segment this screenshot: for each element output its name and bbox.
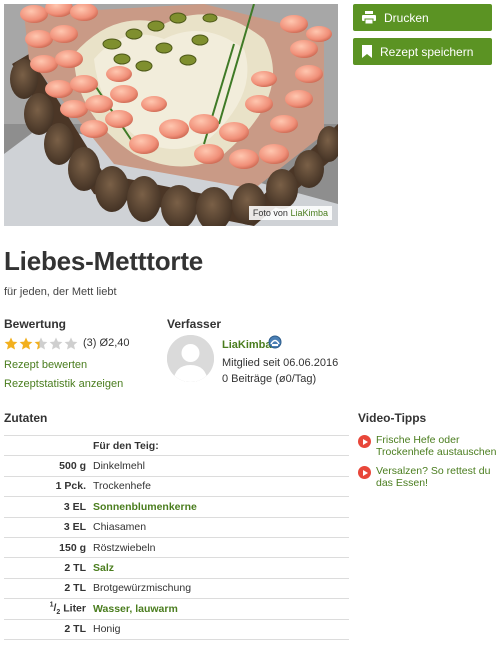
ingredient-row: 1/2 Liter Wasser, lauwarm [4, 598, 349, 620]
avatar[interactable] [167, 335, 214, 382]
video-tips-heading: Video-Tipps [358, 411, 427, 425]
save-recipe-button-label: Rezept speichern [380, 44, 474, 59]
video-tip-label: Frische Hefe oder Trockenhefe austausche… [376, 434, 497, 458]
video-tip-item[interactable]: Versalzen? So rettest du das Essen! [358, 465, 498, 489]
ingredient-name: Chiasamen [91, 516, 349, 538]
photo-credit: Foto von LiaKimba [248, 206, 332, 220]
save-recipe-button[interactable]: Rezept speichern [353, 38, 492, 65]
author-heading: Verfasser [167, 317, 222, 331]
ingredient-row: 2 TL Salz [4, 557, 349, 579]
ingredients-group-label: Für den Teig: [91, 434, 349, 456]
recipe-photo[interactable]: Foto von LiaKimba [4, 4, 338, 226]
author-member-since: Mitglied seit 06.06.2016 [222, 357, 339, 369]
ingredient-row: 3 EL Sonnenblumenkerne [4, 496, 349, 518]
rating-info: (3) Ø2,40 [83, 337, 129, 349]
ingredient-row: 2 TL Honig [4, 618, 349, 640]
ingredient-amount: 150 g [4, 536, 91, 558]
ingredient-amount: 500 g [4, 455, 91, 477]
ingredient-name: Honig [91, 618, 349, 640]
photo-credit-author-link[interactable]: LiaKimba [290, 208, 328, 218]
play-icon [358, 435, 371, 448]
ingredient-name-link[interactable]: Wasser, lauwarm [91, 598, 349, 620]
printer-icon [362, 11, 376, 24]
ingredient-amount: 2 TL [4, 618, 91, 640]
star-icon[interactable] [19, 337, 33, 350]
star-icon[interactable] [64, 337, 78, 350]
ingredient-row: 2 TL Brotgewürzmischung [4, 577, 349, 599]
user-silhouette-icon [167, 335, 214, 382]
author-name-link[interactable]: LiaKimba [222, 339, 272, 351]
ingredient-row: 500 g Dinkelmehl [4, 455, 349, 477]
ingredients-heading: Zutaten [4, 411, 48, 425]
ingredient-name: Brotgewürzmischung [91, 577, 349, 599]
rating-heading: Bewertung [4, 317, 67, 331]
ingredient-name-link[interactable]: Salz [91, 557, 349, 579]
ingredient-amount: 2 TL [4, 557, 91, 579]
ingredient-amount: 3 EL [4, 496, 91, 518]
ingredient-amount: 1 Pck. [4, 475, 91, 497]
play-icon [358, 466, 371, 479]
star-icon[interactable] [4, 337, 18, 350]
author-post-count: 0 Beiträge (ø0/Tag) [222, 373, 317, 385]
ingredient-amount: 1/2 Liter [4, 598, 91, 620]
rate-recipe-link[interactable]: Rezept bewerten [4, 359, 87, 371]
bookmark-icon [362, 45, 372, 58]
rating-average: Ø2,40 [99, 337, 130, 349]
rating-stars[interactable] [4, 337, 78, 350]
ingredient-name: Dinkelmehl [91, 455, 349, 477]
ingredient-row: 3 EL Chiasamen [4, 516, 349, 538]
ingredient-name-link[interactable]: Sonnenblumenkerne [91, 496, 349, 518]
author-badge-icon [268, 335, 282, 352]
ingredient-amount-fraction: 1/2 [49, 601, 61, 617]
ingredient-name: Trockenhefe [91, 475, 349, 497]
ingredient-name: Röstzwiebeln [91, 536, 349, 558]
ingredient-amount: 3 EL [4, 516, 91, 538]
recipe-stats-link[interactable]: Rezeptstatistik anzeigen [4, 378, 123, 390]
photo-credit-prefix: Foto von [252, 208, 288, 218]
recipe-title: Liebes-Metttorte [4, 246, 204, 276]
star-icon[interactable] [49, 337, 63, 350]
ingredients-table: Für den Teig: 500 g Dinkelmehl 1 Pck. Trock… [4, 434, 349, 640]
video-tip-item[interactable]: Frische Hefe oder Trockenhefe austausche… [358, 434, 498, 458]
print-button[interactable]: Drucken [353, 4, 492, 31]
ingredient-amount: 2 TL [4, 577, 91, 599]
recipe-subtitle: für jeden, der Mett liebt [4, 286, 117, 298]
metttorte-photo-illustration [4, 4, 338, 226]
rating-count: (3) [83, 337, 97, 349]
print-button-label: Drucken [384, 10, 429, 25]
video-tip-label: Versalzen? So rettest du das Essen! [376, 465, 491, 489]
star-icon[interactable] [34, 337, 48, 350]
ingredients-group-row: Für den Teig: [4, 434, 349, 456]
ingredient-row: 1 Pck. Trockenhefe [4, 475, 349, 497]
ingredient-row: 150 g Röstzwiebeln [4, 536, 349, 558]
